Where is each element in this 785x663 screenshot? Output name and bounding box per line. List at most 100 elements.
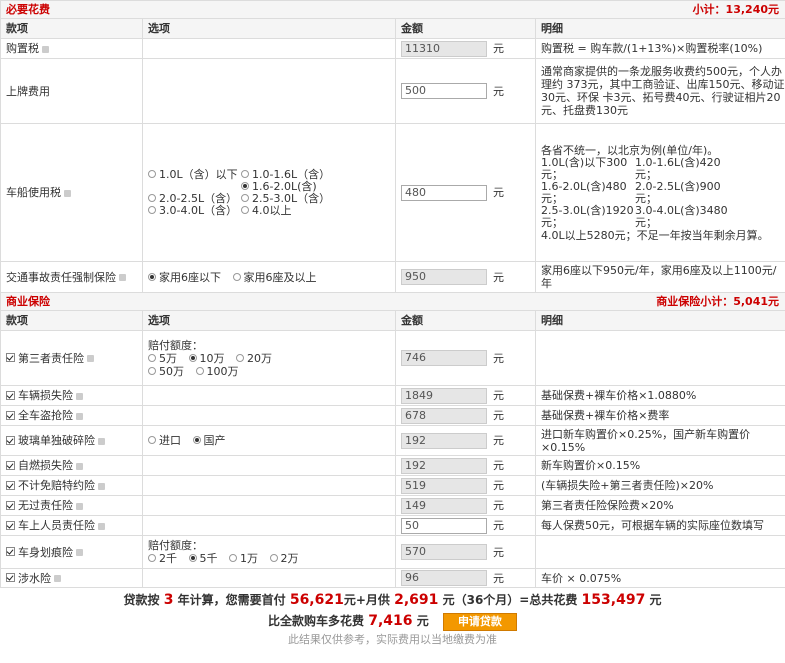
monthly-prefix: 元+月供 <box>343 593 390 607</box>
rate-cell: 2.0-2.5L(含)900元； <box>635 179 721 205</box>
radio-icon <box>232 272 241 281</box>
row-purchase-tax: 购置税 11310 元 购置税 = 购车款/(1+13%)×购置税率(10%) <box>0 38 785 59</box>
option-label: 1万 <box>240 552 258 565</box>
third-party-label: 第三者责任险 <box>18 351 84 365</box>
col-header-detail: 明细 <box>534 310 785 331</box>
apply-loan-button[interactable]: 申请贷款 <box>442 612 517 631</box>
checkbox-checked-icon[interactable] <box>6 500 15 510</box>
purchase-tax-amount: 11310 <box>401 40 487 57</box>
checkbox-checked-icon[interactable] <box>6 435 15 445</box>
info-icon[interactable] <box>119 274 126 281</box>
radio-icon <box>269 554 278 562</box>
commercial-subtotal: 商业保险小计：5,041元 <box>656 295 780 308</box>
option-50w[interactable]: 50万 <box>148 365 184 378</box>
checkbox-checked-icon[interactable] <box>6 353 15 362</box>
theft-detail: 基础保费+裸车价格×费率 <box>534 405 785 426</box>
option-3-0-4-0l[interactable]: 3.0-4.0L（含） <box>148 204 241 217</box>
coverage-label: 赔付额度： <box>148 539 203 552</box>
option-20k[interactable]: 2万 <box>269 552 299 565</box>
radio-icon <box>148 353 156 362</box>
damage-amount: 1849 <box>401 387 487 404</box>
option-2k[interactable]: 2千 <box>148 552 177 565</box>
col-header-item: 款项 <box>0 310 143 331</box>
info-icon[interactable] <box>76 392 83 400</box>
deductible-detail: (车辆损失险+第三者责任险)×20% <box>534 475 785 496</box>
unit-label: 元 <box>493 479 504 492</box>
option-import[interactable]: 进口 <box>148 434 181 447</box>
unit-label: 元 <box>493 270 504 284</box>
checkbox-checked-icon[interactable] <box>6 390 15 400</box>
unit-label: 元 <box>493 545 504 559</box>
checkbox-checked-icon[interactable] <box>6 410 15 420</box>
third-party-amount: 746 <box>401 350 487 366</box>
option-10k[interactable]: 1万 <box>229 552 258 565</box>
purchase-tax-detail: 购置税 = 购车款/(1+13%)×购置税率(10%) <box>534 38 785 59</box>
radio-icon <box>148 169 156 178</box>
radio-icon <box>241 169 249 178</box>
info-icon[interactable] <box>42 45 49 53</box>
unit-label: 元 <box>493 409 504 422</box>
flood-label: 涉水险 <box>18 571 51 585</box>
row-deductible: 不计免赔特约险 519 元 (车辆损失险+第三者责任险)×20% <box>0 475 785 496</box>
extra-prefix: 比全款购车多花费 <box>268 614 365 628</box>
info-icon[interactable] <box>64 189 71 197</box>
row-theft: 全车盗抢险 678 元 基础保费+裸车价格×费率 <box>0 405 785 426</box>
plate-fee-detail: 通常商家提供的一条龙服务收费约500元，个人办理约 373元，其中工商验证、出库… <box>534 58 785 124</box>
damage-detail: 基础保费+裸车价格×1.0880% <box>534 385 785 406</box>
option-under-6-seats[interactable]: 家用6座以下 <box>148 271 221 284</box>
option-5k[interactable]: 5千 <box>188 552 218 565</box>
option-5w[interactable]: 5万 <box>148 352 177 365</box>
detail-intro: 各省不统一，以北京为例(单位/年)。 <box>541 143 719 157</box>
unit-label: 元 <box>493 571 504 585</box>
total-cost: 153,497 <box>581 592 646 608</box>
option-label: 50万 <box>159 364 184 378</box>
flood-detail: 车价 × 0.075% <box>534 568 785 588</box>
info-icon[interactable] <box>98 482 105 490</box>
option-6-seats-plus[interactable]: 家用6座及以上 <box>232 271 317 284</box>
passenger-amount-input[interactable]: 50 <box>401 517 487 534</box>
info-icon[interactable] <box>76 462 83 470</box>
info-icon[interactable] <box>76 502 83 510</box>
col-header-amount: 金额 <box>395 18 536 39</box>
checkbox-checked-icon[interactable] <box>6 547 15 556</box>
plate-fee-input[interactable]: 500 <box>401 83 487 99</box>
loan-years: 3 <box>163 592 174 608</box>
fire-amount: 192 <box>401 457 487 474</box>
option-label: 5千 <box>199 552 218 565</box>
info-icon[interactable] <box>54 575 61 582</box>
row-no-fault: 无过责任险 149 元 第三者责任险保险费×20% <box>0 495 785 516</box>
option-1-0l[interactable]: 1.0L（含）以下 <box>148 168 241 181</box>
option-domestic[interactable]: 国产 <box>192 434 226 447</box>
no-fault-amount: 149 <box>401 497 487 514</box>
extra-cost: 7,416 <box>368 613 413 629</box>
unit-label: 元 <box>493 42 504 55</box>
option-label: 5万 <box>159 351 177 365</box>
compulsory-amount: 950 <box>401 269 487 285</box>
radio-icon <box>148 366 156 375</box>
no-fault-detail: 第三者责任险保险费×20% <box>534 495 785 516</box>
vehicle-tax-detail: 各省不统一，以北京为例(单位/年)。 1.0L(含)以下300元； 1.0-1.… <box>534 123 785 262</box>
info-icon[interactable] <box>76 412 83 420</box>
deductible-amount: 519 <box>401 477 487 494</box>
info-icon[interactable] <box>76 549 83 556</box>
info-icon[interactable] <box>87 355 94 362</box>
rate-cell: 1.0-1.6L(含)420元； <box>635 155 721 181</box>
fire-detail: 新车购置价×0.15% <box>534 455 785 476</box>
checkbox-checked-icon[interactable] <box>6 573 15 582</box>
loan-prefix: 贷款按 <box>123 593 160 607</box>
option-100w[interactable]: 100万 <box>195 365 239 378</box>
checkbox-checked-icon[interactable] <box>6 520 15 530</box>
years-suffix: 年计算，您需要首付 <box>177 593 286 607</box>
compulsory-label: 交通事故责任强制保险 <box>6 270 116 284</box>
vehicle-tax-amount[interactable]: 480 <box>401 184 487 201</box>
rate-cell: 3.0-4.0L(含)3480元； <box>635 203 728 229</box>
option-4-0-plus[interactable]: 4.0以上 <box>241 204 331 217</box>
down-payment: 56,621 <box>289 592 344 608</box>
option-label: 2千 <box>159 552 177 565</box>
info-icon[interactable] <box>98 437 105 445</box>
option-20w[interactable]: 20万 <box>236 352 272 365</box>
checkbox-checked-icon[interactable] <box>6 480 15 490</box>
option-10w[interactable]: 10万 <box>188 352 225 365</box>
checkbox-checked-icon[interactable] <box>6 460 15 470</box>
info-icon[interactable] <box>98 522 105 530</box>
